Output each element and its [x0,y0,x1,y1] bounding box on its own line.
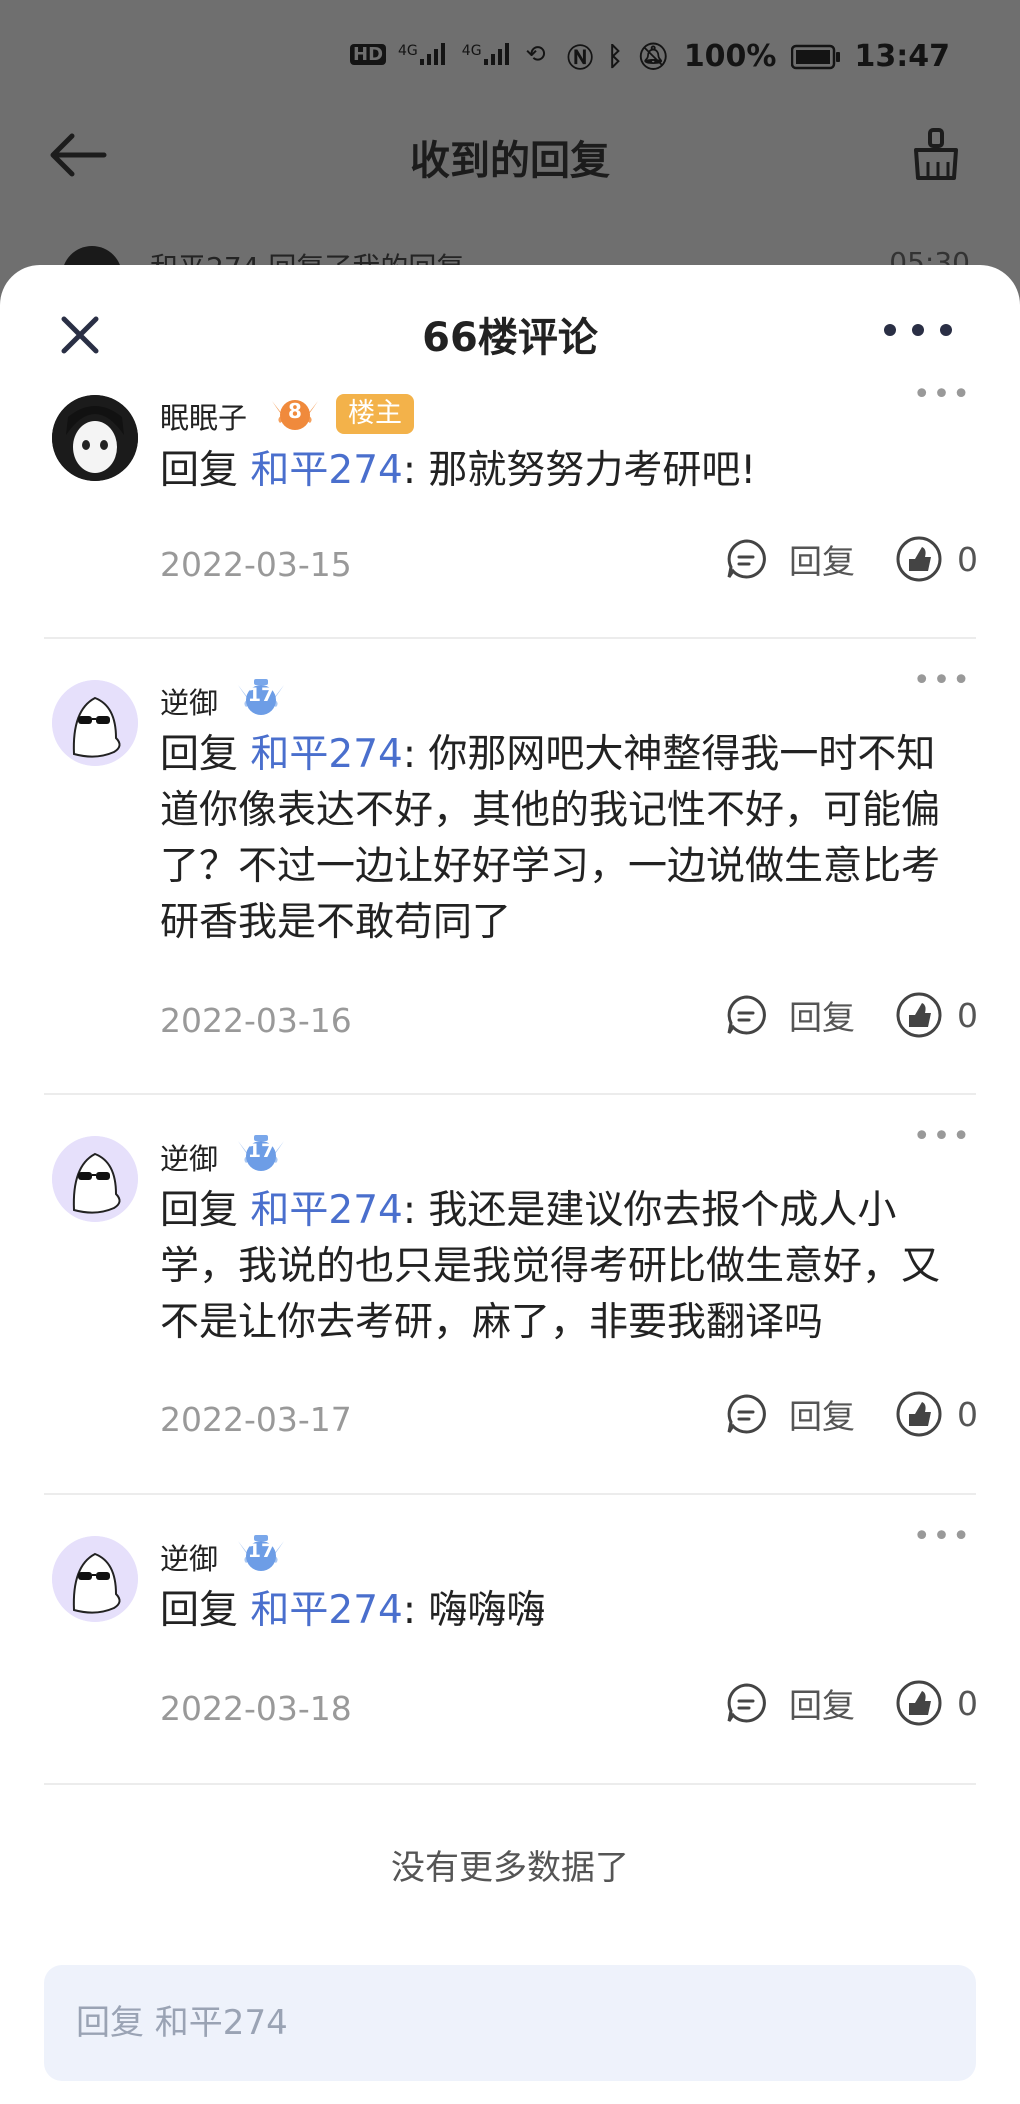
level-badge: 17 [236,1133,286,1175]
divider [44,1783,976,1785]
reply-target-link[interactable]: 和平274 [250,448,402,493]
signal-icon-1: 4G [398,43,450,65]
avatar[interactable] [52,1536,138,1622]
signal-icon-2: 4G [462,43,514,65]
username[interactable]: 逆御 [160,1136,218,1178]
status-system: Ⓝ ᛒ 🔕︎ 100% 13:47 [567,38,950,75]
status-network: HD 4G 4G ⟲ [350,40,546,68]
broom-clean-icon[interactable] [912,128,960,180]
more-options-icon[interactable] [878,315,958,345]
avatar[interactable] [52,395,138,481]
thumbs-up-icon [896,992,942,1038]
reply-button[interactable]: 回复 [725,535,855,583]
clock: 13:47 [854,39,951,74]
comment-more-icon[interactable]: ••• [913,663,972,698]
hd-icon: HD [350,43,387,65]
reply-input[interactable]: 回复 和平274 [44,1965,976,2081]
comment-text: 回复 和平274: 嗨嗨嗨 [160,1588,546,1633]
thumbs-up-icon [896,536,942,582]
background-page-title: 收到的回复 [410,138,610,184]
level-badge: 8 [270,393,320,435]
reply-bubble-icon [727,995,766,1035]
battery-icon [790,44,840,69]
reply-target-link[interactable]: 和平274 [250,1588,402,1633]
reply-target-link[interactable]: 和平274 [250,1188,402,1233]
battery-percent: 100% [683,39,777,74]
owner-badge: 楼主 [336,394,414,434]
ghost-sunglasses-avatar-icon [52,680,138,766]
bluetooth-icon: ᛒ [607,41,623,72]
ghost-sunglasses-avatar-icon [52,1136,138,1222]
ghost-sunglasses-avatar-icon [52,1536,138,1622]
like-button[interactable]: 0 [895,991,978,1039]
no-more-data-text: 没有更多数据了 [391,1848,629,1888]
reply-bubble-icon [727,1394,766,1434]
comment-date: 2022-03-15 [160,545,352,584]
status-bar: HD 4G 4G ⟲ Ⓝ ᛒ 🔕︎ 100% 13:47 [0,0,1020,100]
comment-sheet: 66楼评论 眠眠子 8 楼主 ••• 回复 和平274: 那就努努力考研吧! 2… [0,265,1020,2104]
reply-bubble-icon [727,539,766,579]
reply-button[interactable]: 回复 [725,991,855,1039]
comment-date: 2022-03-17 [160,1400,352,1439]
thumbs-up-icon [896,1680,942,1726]
comment-more-icon[interactable]: ••• [913,1519,972,1554]
comment-date: 2022-03-16 [160,1001,352,1040]
comment-text: 回复 和平274: 那就努努力考研吧! [160,448,757,493]
reply-button[interactable]: 回复 [725,1679,855,1727]
like-button[interactable]: 0 [895,535,978,583]
anime-girl-avatar-icon [52,395,138,481]
like-button[interactable]: 0 [895,1390,978,1438]
comment-date: 2022-03-18 [160,1689,352,1728]
comment-more-icon[interactable]: ••• [913,377,972,412]
link-icon: ⟲ [525,40,546,68]
reply-bubble-icon [727,1683,766,1723]
divider [44,637,976,639]
mute-bell-icon: 🔕︎ [636,41,670,72]
avatar[interactable] [52,680,138,766]
thumbs-up-icon [896,1391,942,1437]
nfc-icon: Ⓝ [567,44,594,74]
avatar[interactable] [52,1136,138,1222]
like-button[interactable]: 0 [895,1679,978,1727]
comment-text: 回复 和平274: 你那网吧大神整得我一时不知道你像表达不好，其他的我记性不好，… [160,732,941,945]
username[interactable]: 逆御 [160,680,218,722]
username[interactable]: 眠眠子 [160,395,247,437]
reply-target-link[interactable]: 和平274 [250,732,402,777]
comment-more-icon[interactable]: ••• [913,1119,972,1154]
level-badge: 17 [236,1533,286,1575]
level-badge: 17 [236,677,286,719]
reply-button[interactable]: 回复 [725,1390,855,1438]
divider [44,1093,976,1095]
username[interactable]: 逆御 [160,1536,218,1578]
divider [44,1493,976,1495]
sheet-title: 66楼评论 [422,315,598,361]
comment-text: 回复 和平274: 我还是建议你去报个成人小学，我说的也只是我觉得考研比做生意好… [160,1188,941,1345]
